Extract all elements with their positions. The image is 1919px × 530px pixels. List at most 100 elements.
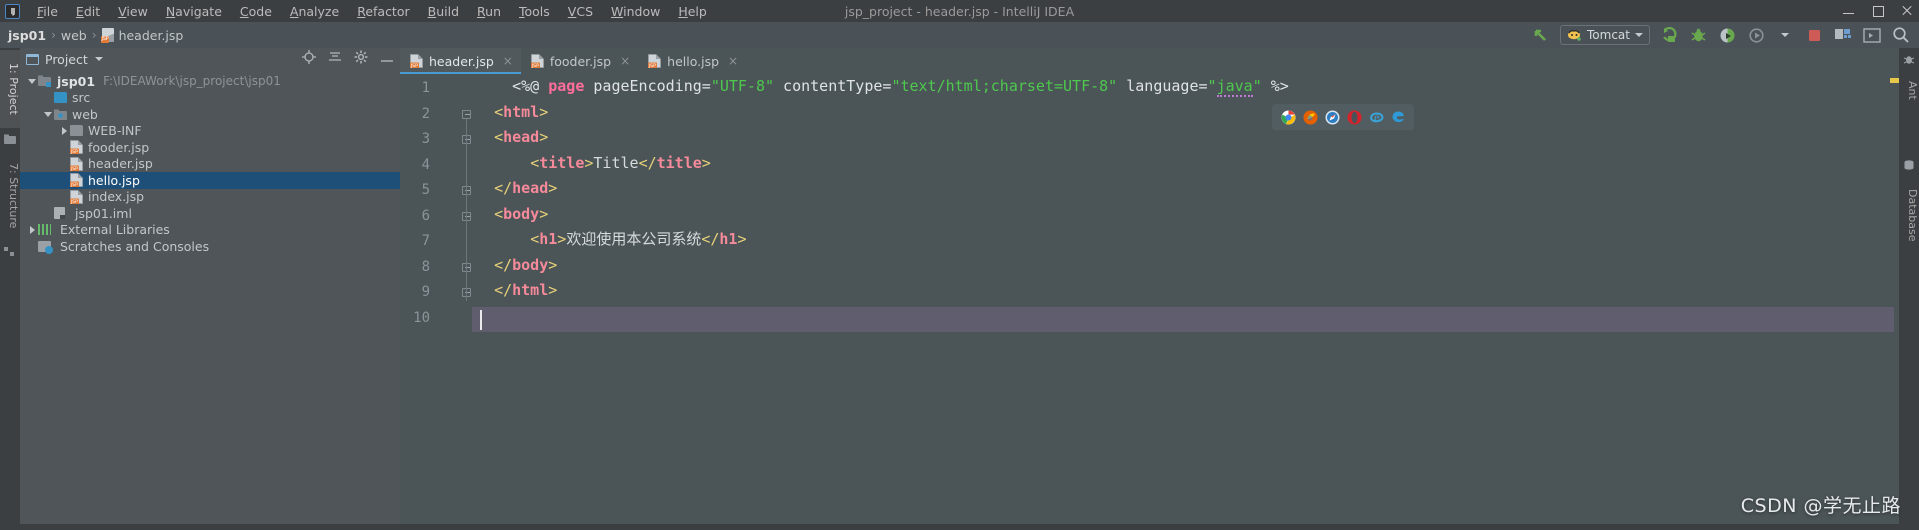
editor-tab-hello-jsp[interactable]: JSP hello.jsp ×	[638, 48, 746, 74]
menu-bar: IJ File Edit View Navigate Code Analyze Refact…	[0, 0, 1919, 22]
menu-item-navigate[interactable]: Navigate	[157, 2, 231, 21]
error-stripe-marker[interactable]	[1890, 78, 1899, 83]
editor-tab-close-icon[interactable]: ×	[503, 54, 513, 68]
tree-node-jsp01[interactable]: jsp01 F:\IDEAWork\jsp_project\jsp01	[20, 73, 400, 90]
code-fold-end-icon[interactable]	[462, 186, 472, 196]
settings-gear-icon[interactable]	[354, 50, 368, 68]
menu-item-vcs[interactable]: VCS	[559, 2, 602, 21]
run-button[interactable]	[1659, 25, 1679, 45]
breadcrumb-folder[interactable]: web	[61, 28, 87, 43]
code-token: >	[737, 230, 747, 248]
maximize-icon[interactable]	[1872, 5, 1884, 17]
code-line[interactable]: </body>	[476, 253, 1879, 279]
line-number: 9	[421, 284, 430, 300]
editor-tab-close-icon[interactable]: ×	[620, 54, 630, 68]
code-fold-start-icon[interactable]	[462, 135, 472, 145]
chevron-down-icon[interactable]	[42, 111, 54, 117]
tree-node-fooder-jsp[interactable]: JSP fooder.jsp	[20, 139, 400, 156]
menu-item-window[interactable]: Window	[602, 2, 669, 21]
sidebar-item-project[interactable]: 1: Project	[0, 50, 20, 128]
code-fold-end-icon[interactable]	[462, 288, 472, 298]
tree-node-scratches-and-consoles[interactable]: Scratches and Consoles	[20, 238, 400, 255]
breadcrumb-file[interactable]: header.jsp	[119, 28, 184, 43]
code-line[interactable]: <h1>欢迎使用本公司系统</h1>	[476, 227, 1879, 253]
menu-item-refactor[interactable]: Refactor	[348, 2, 418, 21]
code-line[interactable]: <head>	[476, 125, 1879, 151]
sidebar-item-database[interactable]: Database	[1899, 176, 1919, 254]
open-in-browser-popup[interactable]: e	[1272, 104, 1414, 130]
code-line[interactable]: <title>Title</title>	[476, 151, 1879, 177]
chevron-right-icon[interactable]	[26, 225, 38, 234]
jsp-file-icon	[100, 28, 114, 43]
editor-tab-fooder-jsp[interactable]: JSP fooder.jsp ×	[521, 48, 638, 74]
code-fold-start-icon[interactable]	[462, 211, 472, 222]
terminal-button[interactable]	[1862, 25, 1882, 45]
editor-gutter[interactable]: 1 2 3 4 5 6 7 8 9 10	[400, 74, 472, 530]
code-token: <	[530, 153, 540, 172]
menu-item-file[interactable]: File	[28, 2, 67, 21]
editor-tab-close-icon[interactable]: ×	[728, 54, 738, 68]
tree-node-index-jsp[interactable]: JSP index.jsp	[20, 189, 400, 206]
tree-node-external-libraries[interactable]: External Libraries	[20, 222, 400, 239]
code-line[interactable]: </head>	[476, 176, 1879, 202]
breadcrumb-project[interactable]: jsp01	[8, 28, 46, 43]
code-line[interactable]: </html>	[476, 278, 1879, 304]
navigation-toolbar: jsp01 › web › header.jsp Tomcat	[0, 22, 1919, 48]
code-content[interactable]: <%@ page pageEncoding="UTF-8" contentTyp…	[476, 74, 1879, 530]
menu-item-edit[interactable]: Edit	[67, 2, 109, 21]
sidebar-item-ant[interactable]: Ant	[1899, 70, 1919, 110]
run-configuration-selector[interactable]: Tomcat	[1560, 25, 1650, 45]
menu-item-help[interactable]: Help	[669, 2, 716, 21]
search-everywhere-button[interactable]	[1891, 25, 1911, 45]
tree-node-web-inf[interactable]: WEB-INF	[20, 123, 400, 140]
menu-item-run[interactable]: Run	[468, 2, 510, 21]
edge-icon[interactable]	[1391, 110, 1406, 125]
opera-icon[interactable]	[1347, 110, 1362, 125]
menu-item-code[interactable]: Code	[231, 2, 281, 21]
menu-item-view[interactable]: View	[109, 2, 157, 21]
editor-tab-bar[interactable]: JSP header.jsp × JSP fooder.jsp × JSP hello.jsp…	[400, 48, 1919, 74]
hide-panel-icon[interactable]	[380, 52, 394, 67]
run-with-coverage-button[interactable]	[1717, 25, 1737, 45]
code-fold-start-icon[interactable]	[462, 109, 472, 120]
code-editor[interactable]: 1 2 3 4 5 6 7 8 9 10 <%@ page pageEncoding="UTF-8…	[400, 74, 1919, 530]
code-token: html	[503, 102, 540, 121]
project-tool-window: Project jsp01 F:\IDEAWork\jsp_project\jsp…	[20, 48, 400, 530]
code-line[interactable]: <html>	[476, 100, 1879, 126]
tree-node-jsp01-iml[interactable]: jsp01.iml	[20, 205, 400, 222]
chevron-down-icon[interactable]	[1635, 33, 1643, 37]
editor-tab-header-jsp[interactable]: JSP header.jsp ×	[400, 48, 521, 74]
tree-node-header-jsp[interactable]: JSP header.jsp	[20, 156, 400, 173]
tree-node-src[interactable]: src	[20, 90, 400, 107]
chevron-down-icon[interactable]	[94, 57, 103, 61]
code-line[interactable]: <body>	[476, 202, 1879, 228]
minimize-icon[interactable]	[1843, 5, 1855, 17]
chevron-down-icon[interactable]	[1775, 25, 1795, 45]
sidebar-item-structure[interactable]: 7: Structure	[0, 152, 20, 240]
menu-item-build[interactable]: Build	[419, 2, 468, 21]
code-token: "text/html;charset=UTF-8"	[891, 77, 1118, 95]
safari-icon[interactable]	[1325, 110, 1340, 125]
menu-item-analyze[interactable]: Analyze	[281, 2, 348, 21]
close-icon[interactable]	[1901, 5, 1913, 17]
stop-button[interactable]	[1804, 25, 1824, 45]
chrome-icon[interactable]	[1281, 110, 1296, 125]
internet-explorer-icon[interactable]: e	[1369, 110, 1384, 125]
locate-icon[interactable]	[302, 50, 316, 68]
code-line[interactable]: <%@ page pageEncoding="UTF-8" contentTyp…	[476, 74, 1879, 100]
collapse-all-icon[interactable]	[328, 51, 342, 67]
chevron-down-icon[interactable]	[26, 78, 38, 84]
chevron-right-icon[interactable]	[58, 126, 70, 135]
build-project-button[interactable]	[1833, 25, 1853, 45]
firefox-icon[interactable]	[1303, 110, 1318, 125]
project-file-tree[interactable]: jsp01 F:\IDEAWork\jsp_project\jsp01 src web…	[20, 70, 400, 255]
intellij-idea-window: IJ File Edit View Navigate Code Analyze Refact…	[0, 0, 1919, 530]
tree-node-hello-jsp[interactable]: JSP hello.jsp	[20, 172, 400, 189]
tree-node-web[interactable]: web	[20, 106, 400, 123]
debug-button[interactable]	[1688, 25, 1708, 45]
menu-item-tools[interactable]: Tools	[510, 2, 559, 21]
green-arrow-icon[interactable]	[1531, 25, 1551, 45]
code-fold-end-icon[interactable]	[462, 262, 472, 273]
profile-button[interactable]	[1746, 25, 1766, 45]
